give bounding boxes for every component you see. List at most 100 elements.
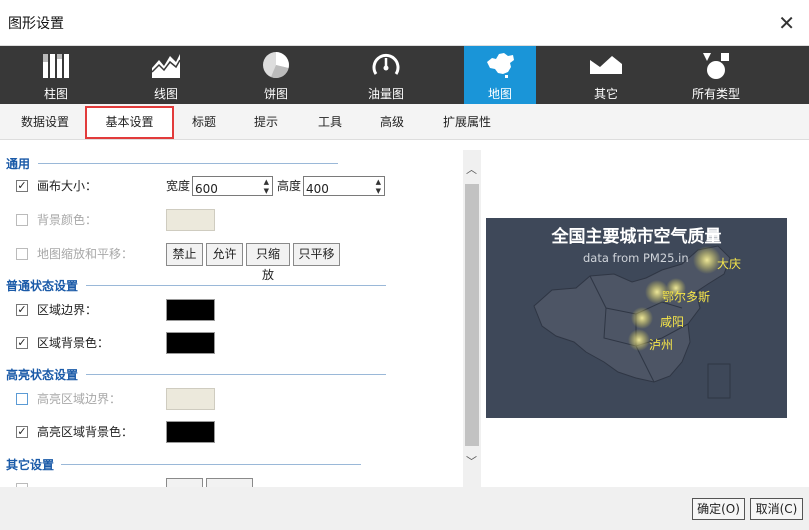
region-fill-label: 区域背景色： (37, 336, 110, 350)
dialog-footer: 确定(O) 取消(C) (0, 487, 809, 530)
region-border-row: ✓ 区域边界： (16, 299, 456, 321)
tab-tooltip[interactable]: 提示 (242, 104, 290, 140)
dialog-titlebar: 图形设置 ✕ (0, 0, 809, 46)
tab-label: 饼图 (263, 87, 288, 101)
section-title: 通用 (6, 157, 31, 171)
width-label: 宽度 (166, 179, 191, 193)
width-spinner[interactable]: 600 ▲ ▼ (192, 176, 273, 196)
tab-label: 所有类型 (691, 87, 740, 101)
shapes-icon (703, 53, 729, 79)
bg-color-label: 背景颜色： (37, 213, 98, 227)
section-title: 其它设置 (6, 458, 55, 472)
tab-bar-chart[interactable]: 柱图 (20, 46, 92, 104)
map-preview: 全国主要城市空气质量 data from PM25.in 大庆 鄂尔多斯 咸阳 … (486, 218, 787, 418)
city-label: 鄂尔多斯 (662, 290, 711, 304)
form-scrollbar[interactable]: ︿ ﹀ (463, 150, 481, 487)
other-button-1[interactable] (166, 478, 203, 487)
highlight-fill-checkbox[interactable]: ✓ (16, 426, 28, 438)
tab-tools[interactable]: 工具 (306, 104, 354, 140)
region-fill-checkbox[interactable]: ✓ (16, 337, 28, 349)
height-label: 高度 (277, 179, 302, 193)
dialog-title: 图形设置 (8, 16, 64, 32)
preview-subtitle: data from PM25.in (583, 251, 689, 265)
area-shape-icon (590, 56, 622, 74)
zoom-only-button[interactable]: 只缩放 (246, 243, 290, 282)
highlight-border-label: 高亮区域边界： (37, 392, 122, 406)
spin-up-icon[interactable]: ▲ (376, 178, 381, 186)
section-highlight-state: 高亮状态设置 (6, 366, 386, 383)
region-fill-row: ✓ 区域背景色： (16, 332, 456, 354)
tab-label: 其它 (593, 87, 618, 101)
section-divider (38, 163, 338, 164)
settings-subtabs: 数据设置 基本设置 标题 提示 工具 高级 扩展属性 (0, 104, 809, 140)
section-normal-state: 普通状态设置 (6, 277, 386, 294)
tab-line-chart[interactable]: 线图 (130, 46, 202, 104)
other-button-2[interactable] (206, 478, 253, 487)
china-map-shape (533, 245, 731, 399)
highlight-border-color-swatch[interactable] (166, 388, 215, 410)
region-border-label: 区域边界： (37, 303, 98, 317)
city-label: 大庆 (717, 257, 742, 271)
settings-content: 通用 ✓ 画布大小： 宽度 600 ▲ ▼ 高度 400 ▲ ▼ 背景颜色： 地… (0, 140, 809, 487)
zoom-pan-row: 地图缩放和平移： 禁止 允许 只缩放 只平移 (16, 243, 456, 282)
spin-down-icon[interactable]: ▼ (264, 187, 269, 195)
bg-color-swatch[interactable] (166, 209, 215, 231)
tab-extended-properties[interactable]: 扩展属性 (432, 104, 502, 140)
ok-button[interactable]: 确定(O) (692, 498, 745, 520)
section-general: 通用 (6, 155, 338, 172)
preview-title: 全国主要城市空气质量 (551, 227, 722, 247)
chevron-down-icon[interactable]: ﹀ (466, 453, 477, 469)
section-divider (61, 464, 361, 465)
tab-other-chart[interactable]: 其它 (570, 46, 642, 104)
line-chart-icon (151, 54, 181, 78)
tab-advanced[interactable]: 高级 (368, 104, 416, 140)
canvas-size-row: ✓ 画布大小： 宽度 600 ▲ ▼ 高度 400 ▲ ▼ (16, 175, 456, 197)
tab-label: 油量图 (367, 87, 404, 101)
tab-map-chart[interactable]: 地图 (464, 46, 536, 104)
tab-title[interactable]: 标题 (180, 104, 228, 140)
section-divider (86, 374, 386, 375)
spin-down-icon[interactable]: ▼ (376, 187, 381, 195)
tab-label: 线图 (153, 87, 178, 101)
tab-data-settings[interactable]: 数据设置 (8, 104, 82, 140)
highlight-fill-label: 高亮区域背景色： (37, 425, 134, 439)
bg-color-row: 背景颜色： (16, 209, 456, 231)
canvas-size-label: 画布大小： (37, 179, 98, 193)
scrollbar-thumb[interactable] (465, 184, 479, 446)
bg-color-checkbox[interactable] (16, 214, 28, 226)
tab-gauge-chart[interactable]: 油量图 (350, 46, 422, 104)
tab-all-types[interactable]: 所有类型 (680, 46, 752, 104)
gauge-icon (372, 53, 400, 75)
highlight-border-checkbox[interactable] (16, 393, 28, 405)
other-row-partial (16, 478, 456, 487)
spin-up-icon[interactable]: ▲ (264, 178, 269, 186)
highlight-fill-color-swatch[interactable] (166, 421, 215, 443)
region-fill-color-swatch[interactable] (166, 332, 215, 354)
pie-chart-icon (263, 52, 289, 78)
cancel-button[interactable]: 取消(C) (750, 498, 803, 520)
highlight-border-row: 高亮区域边界： (16, 388, 456, 410)
section-title: 高亮状态设置 (6, 368, 79, 382)
tab-label: 柱图 (43, 87, 68, 101)
chevron-up-icon[interactable]: ︿ (466, 161, 477, 177)
city-label: 咸阳 (660, 315, 685, 329)
section-title: 普通状态设置 (6, 279, 79, 293)
canvas-size-checkbox[interactable]: ✓ (16, 180, 28, 192)
height-value: 400 (306, 182, 329, 196)
china-map-icon (487, 53, 514, 78)
section-other: 其它设置 (6, 456, 361, 473)
region-border-checkbox[interactable]: ✓ (16, 304, 28, 316)
settings-form: 通用 ✓ 画布大小： 宽度 600 ▲ ▼ 高度 400 ▲ ▼ 背景颜色： 地… (0, 140, 462, 487)
zoom-allow-button[interactable]: 允许 (206, 243, 243, 266)
zoom-disable-button[interactable]: 禁止 (166, 243, 203, 266)
pan-only-button[interactable]: 只平移 (293, 243, 340, 266)
height-spinner[interactable]: 400 ▲ ▼ (303, 176, 385, 196)
close-icon[interactable]: ✕ (778, 11, 795, 35)
bar-chart-icon (43, 54, 69, 78)
tab-basic-settings[interactable]: 基本设置 (85, 106, 174, 139)
region-border-color-swatch[interactable] (166, 299, 215, 321)
zoom-pan-checkbox[interactable] (16, 248, 28, 260)
tab-label: 地图 (487, 87, 512, 101)
highlight-fill-row: ✓ 高亮区域背景色： (16, 421, 456, 443)
tab-pie-chart[interactable]: 饼图 (240, 46, 312, 104)
